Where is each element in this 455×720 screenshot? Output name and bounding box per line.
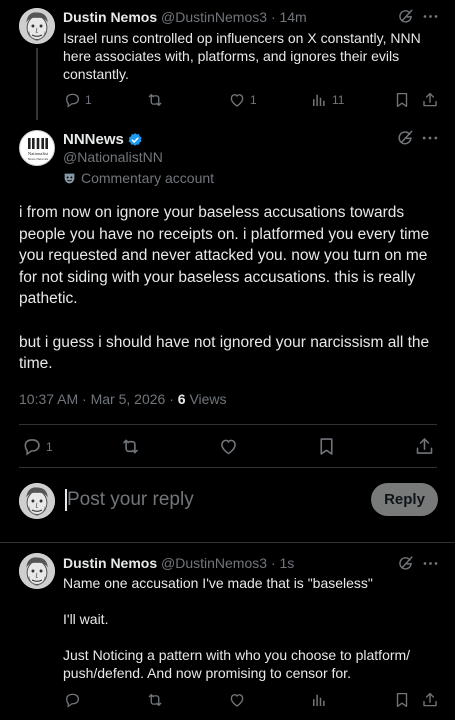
author-handle[interactable]: @DustinNemos3	[161, 9, 267, 25]
retweet-button[interactable]	[146, 691, 164, 709]
grok-icon[interactable]	[395, 128, 415, 148]
avatar[interactable]	[19, 553, 55, 589]
like-icon	[228, 691, 246, 709]
share-button[interactable]	[421, 91, 439, 109]
more-icon[interactable]	[421, 7, 440, 26]
retweet-button[interactable]	[120, 436, 141, 457]
share-button[interactable]	[421, 691, 439, 709]
author-name[interactable]: Dustin Nemos	[63, 9, 157, 25]
avatar[interactable]	[19, 483, 55, 519]
tweet-text: Israel runs controlled op influencers on…	[63, 30, 421, 82]
tweet-header: Dustin Nemos @DustinNemos3 · 1s	[63, 555, 294, 571]
tweet-time[interactable]: · 14m	[271, 9, 307, 25]
grok-icon[interactable]	[396, 554, 415, 573]
bookmark-icon	[316, 436, 337, 457]
grok-icon[interactable]	[396, 7, 415, 26]
commentary-mask-icon	[63, 172, 76, 185]
reply-count: 1	[46, 439, 53, 454]
retweet-icon	[146, 691, 164, 709]
tweet-time[interactable]: · 1s	[271, 555, 294, 571]
divider	[0, 542, 455, 543]
like-button[interactable]	[218, 436, 239, 457]
reply-icon	[63, 691, 81, 709]
like-count: 1	[250, 93, 257, 107]
bookmark-icon	[393, 691, 411, 709]
author-name[interactable]: Dustin Nemos	[63, 555, 157, 571]
views-label: Views	[189, 391, 227, 407]
thread-line	[36, 48, 38, 120]
commentary-label: Commentary account	[81, 170, 215, 186]
tweet-text: i from now on ignore your baseless accus…	[19, 204, 430, 373]
reply-button[interactable]: 1	[21, 436, 53, 457]
commentary-label-row[interactable]: Commentary account	[63, 170, 214, 186]
reply-button[interactable]	[63, 691, 81, 709]
bookmark-icon	[393, 91, 411, 109]
share-icon	[421, 691, 439, 709]
share-icon	[421, 91, 439, 109]
divider	[19, 467, 437, 468]
like-button[interactable]	[228, 691, 246, 709]
avatar-text-1: Nationalist	[28, 151, 49, 156]
share-icon	[414, 436, 435, 457]
author-name-row: NNNews	[63, 131, 143, 148]
reply-count: 1	[85, 93, 92, 107]
views-button[interactable]: 11	[310, 91, 344, 109]
retweet-icon	[120, 436, 141, 457]
author-name[interactable]: NNNews	[63, 131, 124, 148]
avatar[interactable]: Nationalist News Network	[19, 130, 55, 166]
verified-badge-icon	[127, 132, 143, 148]
tweet-meta: 10:37 AM · Mar 5, 2026 · 6 Views	[19, 391, 227, 407]
avatar[interactable]	[19, 8, 55, 44]
views-count: 11	[332, 93, 345, 107]
more-icon[interactable]	[420, 128, 440, 148]
bookmark-button[interactable]	[393, 691, 411, 709]
reply-button[interactable]: 1	[63, 91, 92, 109]
author-handle[interactable]: @NationalistNN	[63, 149, 163, 165]
tweet-header: Dustin Nemos @DustinNemos3 · 14m	[63, 9, 307, 25]
like-icon	[228, 91, 246, 109]
like-button[interactable]: 1	[228, 91, 257, 109]
views-count: 6	[177, 391, 186, 407]
reply-button[interactable]: Reply	[371, 483, 438, 516]
views-button[interactable]	[310, 691, 328, 709]
avatar-text-2: News Network	[28, 157, 49, 161]
reply-icon	[63, 91, 81, 109]
views-icon	[310, 91, 328, 109]
like-icon	[218, 436, 239, 457]
bookmark-button[interactable]	[393, 91, 411, 109]
tweet-timestamp[interactable]: 10:37 AM · Mar 5, 2026 ·	[19, 391, 174, 407]
bookmark-button[interactable]	[316, 436, 337, 457]
reply-input[interactable]: Post your reply	[67, 489, 194, 511]
reply-icon	[21, 436, 42, 457]
more-icon[interactable]	[421, 554, 440, 573]
views-icon	[310, 691, 328, 709]
share-button[interactable]	[414, 436, 435, 457]
retweet-button[interactable]	[146, 91, 164, 109]
divider	[19, 424, 437, 425]
tweet-text: Name one accusation I've made that is "b…	[63, 575, 411, 681]
author-handle[interactable]: @DustinNemos3	[161, 555, 267, 571]
retweet-icon	[146, 91, 164, 109]
